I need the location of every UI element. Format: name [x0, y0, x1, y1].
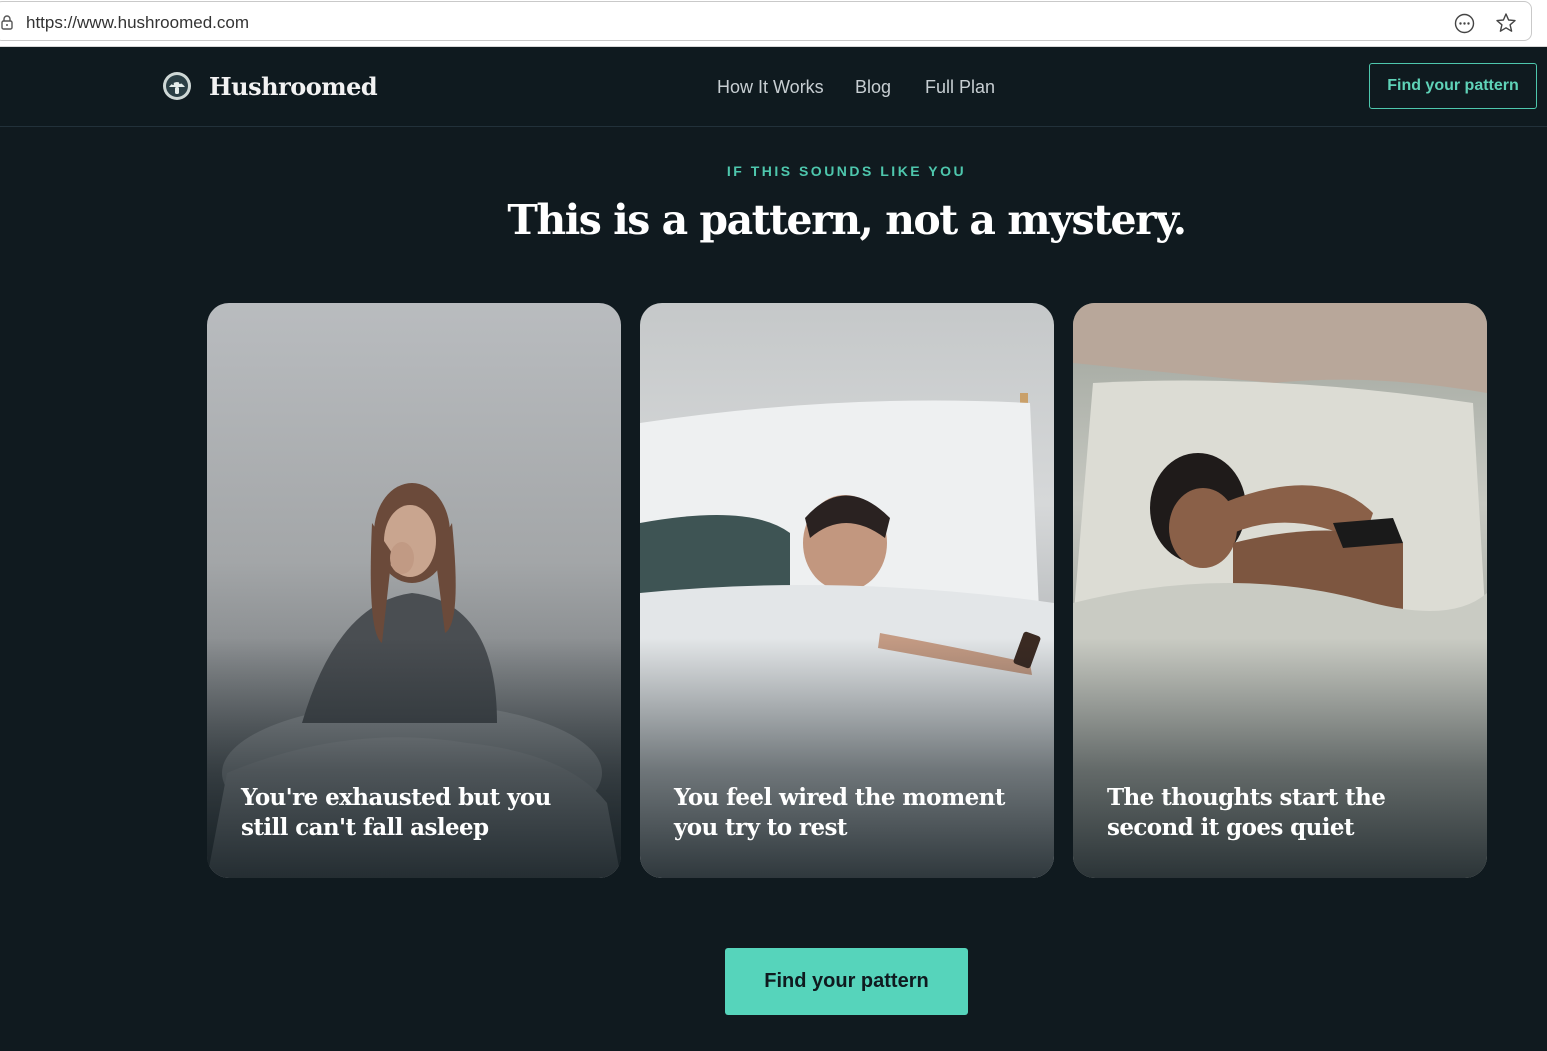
nav-how-it-works[interactable]: How It Works	[717, 77, 824, 98]
url-text[interactable]: https://www.hushroomed.com	[26, 13, 249, 33]
symptom-card-racing-thoughts: The thoughts start the second it goes qu…	[1073, 303, 1487, 878]
brand-name[interactable]: Hushroomed	[209, 72, 378, 101]
lock-icon[interactable]	[0, 14, 15, 30]
section-headline: This is a pattern, not a mystery.	[507, 196, 1187, 244]
card-caption: You feel wired the moment you try to res…	[674, 784, 1005, 841]
address-bar[interactable]: https://www.hushroomed.com	[0, 1, 1532, 41]
bookmark-star-icon[interactable]	[1495, 12, 1517, 34]
symptom-card-exhausted: You're exhausted but you still can't fal…	[207, 303, 621, 878]
card-caption: The thoughts start the second it goes qu…	[1107, 784, 1386, 841]
site-header: Hushroomed How It Works Blog Full Plan F…	[0, 47, 1547, 127]
nav-full-plan[interactable]: Full Plan	[925, 77, 995, 98]
header-find-pattern-button[interactable]: Find your pattern	[1369, 63, 1537, 109]
find-pattern-button[interactable]: Find your pattern	[725, 948, 968, 1015]
more-icon[interactable]	[1454, 13, 1475, 34]
symptom-card-wired: You feel wired the moment you try to res…	[640, 303, 1054, 878]
mushroom-logo-icon[interactable]	[162, 71, 192, 101]
browser-toolbar: https://www.hushroomed.com	[0, 0, 1547, 47]
nav-blog[interactable]: Blog	[855, 77, 891, 98]
card-caption: You're exhausted but you still can't fal…	[241, 784, 551, 841]
section-eyebrow: IF THIS SOUNDS LIKE YOU	[726, 163, 967, 179]
